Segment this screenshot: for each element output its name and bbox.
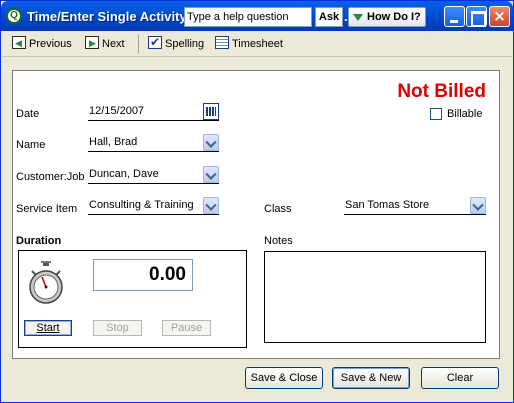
timesheet-button[interactable]: Timesheet [215,36,283,52]
help-search-input[interactable]: Type a help question [184,7,312,27]
ask-button[interactable]: Ask [315,7,343,27]
billable-label: Billable [447,108,483,120]
window-title: Time/Enter Single Activity [27,9,187,24]
save-new-button[interactable]: Save & New [332,367,410,389]
service-item-label: Service Item [16,203,78,215]
maximize-button[interactable] [466,6,487,27]
billing-status: Not Billed [397,81,486,102]
stopwatch-icon [29,261,63,304]
toolbar: Previous Next Spelling Timesheet [2,31,512,57]
previous-button[interactable]: Previous [12,35,72,52]
pause-button[interactable]: Pause [162,320,211,336]
next-icon [85,35,99,51]
duration-input[interactable]: 0.00 [93,259,193,291]
notes-label: Notes [264,235,293,247]
class-dropdown[interactable]: San Tomas Store [344,197,486,215]
next-label: Next [102,38,125,50]
close-icon: × [493,7,506,25]
class-value: San Tomas Store [345,199,430,211]
billable-checkbox[interactable] [430,108,442,120]
chevron-down-icon[interactable] [203,166,219,183]
chevron-down-icon[interactable] [470,197,486,214]
customer-job-value: Duncan, Dave [89,168,159,180]
save-close-button[interactable]: Save & Close [245,367,323,389]
how-do-i-label: How Do I? [367,11,421,23]
time-entry-window: Q Time/Enter Single Activity Type a help… [0,0,514,403]
duration-label: Duration [16,235,62,247]
dropdown-triangle-icon [353,14,363,21]
how-do-i-button[interactable]: How Do I? [348,7,426,27]
duration-timer-group: 0.00 Start Stop Pause [18,250,247,348]
chevron-down-icon[interactable] [203,134,219,151]
clear-button[interactable]: Clear [421,367,499,389]
start-button[interactable]: Start [24,320,72,336]
calendar-icon[interactable] [203,103,219,120]
spelling-label: Spelling [165,38,205,50]
previous-label: Previous [29,38,72,50]
chevron-down-icon[interactable] [203,197,219,214]
service-item-value: Consulting & Training [89,199,194,211]
service-item-dropdown[interactable]: Consulting & Training [88,197,219,215]
notes-textarea[interactable] [264,251,486,343]
name-dropdown[interactable]: Hall, Brad [88,134,219,152]
toolbar-divider [138,35,139,53]
next-button[interactable]: Next [85,35,125,52]
date-field[interactable]: 12/15/2007 [88,103,219,121]
spelling-check-icon [148,34,162,50]
customer-job-label: Customer:Job [16,171,85,183]
minimize-button[interactable] [444,6,465,27]
previous-icon [12,35,26,51]
spelling-button[interactable]: Spelling [148,34,205,52]
quickbooks-icon: Q [6,8,22,24]
name-value: Hall, Brad [89,136,138,148]
timesheet-label: Timesheet [232,38,283,50]
class-label: Class [264,203,292,215]
timesheet-icon [215,36,229,49]
close-button[interactable]: × [489,6,510,27]
name-label: Name [16,139,46,151]
customer-job-dropdown[interactable]: Duncan, Dave [88,166,219,184]
activity-form: Not Billed Billable Date 12/15/2007 Name… [12,70,500,359]
stop-button[interactable]: Stop [93,320,142,336]
date-value: 12/15/2007 [89,105,145,117]
date-label: Date [16,108,40,120]
title-bar[interactable]: Q Time/Enter Single Activity Type a help… [1,1,513,31]
